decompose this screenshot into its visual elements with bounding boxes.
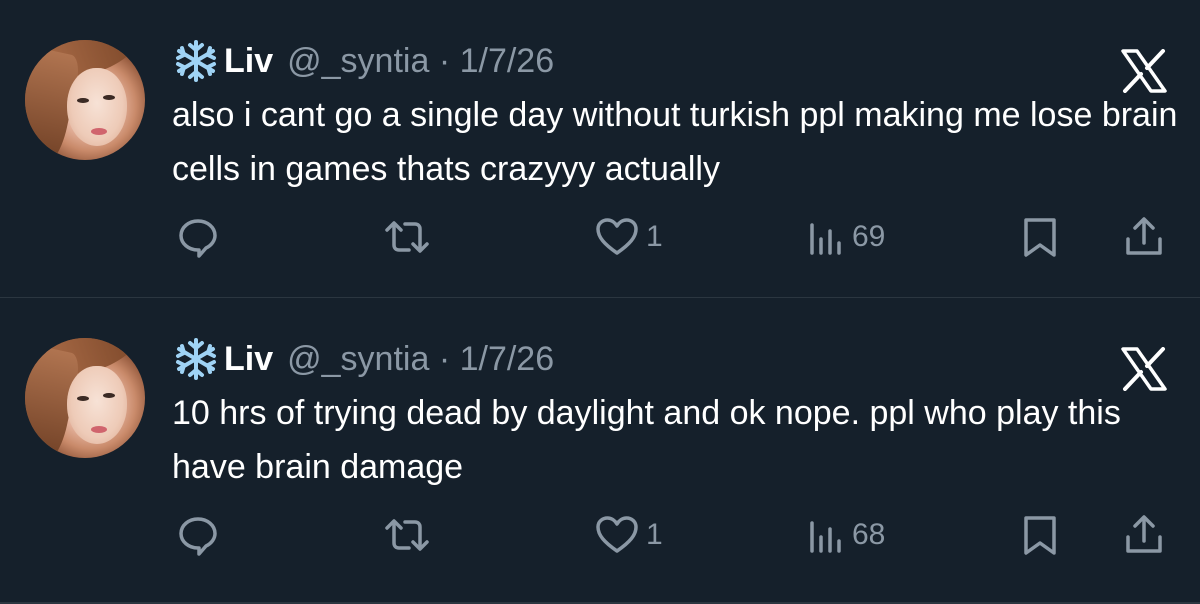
tweet-actions: 1 68	[0, 513, 1200, 557]
display-name[interactable]: Liv	[224, 42, 273, 81]
retweet-icon	[385, 519, 429, 551]
view-count: 68	[852, 518, 886, 551]
x-logo-icon	[1121, 347, 1167, 391]
tweet-card[interactable]: Liv @_syntia · 1/7/26 also i cant go a s…	[0, 0, 1200, 297]
bookmark-icon	[1024, 516, 1056, 555]
retweet-icon	[385, 221, 429, 253]
snowflake-icon	[176, 40, 216, 82]
views-icon	[810, 223, 841, 255]
bookmark-button[interactable]	[1020, 513, 1060, 557]
avatar-eye	[103, 95, 115, 100]
share-button[interactable]	[1122, 215, 1166, 259]
avatar-eye	[77, 98, 89, 103]
tweet-feed: Liv @_syntia · 1/7/26 also i cant go a s…	[0, 0, 1200, 604]
tweet-card[interactable]: Liv @_syntia · 1/7/26 10 hrs of trying d…	[0, 298, 1200, 595]
reply-button[interactable]	[176, 513, 220, 557]
x-logo-icon	[1121, 49, 1167, 93]
like-button[interactable]: 1	[594, 215, 663, 259]
views-icon	[810, 521, 841, 553]
snowflake-icon	[176, 338, 216, 380]
view-count: 69	[852, 220, 886, 253]
share-icon	[1126, 515, 1162, 553]
display-name[interactable]: Liv	[224, 340, 273, 379]
bookmark-icon	[1024, 218, 1056, 257]
like-count: 1	[646, 518, 663, 551]
retweet-button[interactable]	[383, 215, 431, 259]
reply-button[interactable]	[176, 215, 220, 259]
tweet-text: 10 hrs of trying dead by daylight and ok…	[172, 394, 1121, 486]
handle-and-date[interactable]: @_syntia · 1/7/26	[287, 42, 554, 81]
reply-icon	[179, 219, 217, 258]
views-button[interactable]: 69	[806, 215, 885, 259]
avatar-eye	[103, 393, 115, 398]
heart-icon	[596, 516, 638, 553]
tweet-actions: 1 69	[0, 215, 1200, 259]
share-icon	[1126, 217, 1162, 255]
bookmark-button[interactable]	[1020, 215, 1060, 259]
heart-icon	[596, 218, 638, 255]
tweet-text: also i cant go a single day without turk…	[172, 96, 1178, 188]
handle-and-date[interactable]: @_syntia · 1/7/26	[287, 340, 554, 379]
share-button[interactable]	[1122, 513, 1166, 557]
like-button[interactable]: 1	[594, 513, 663, 557]
avatar[interactable]	[25, 338, 145, 458]
avatar-eye	[77, 396, 89, 401]
avatar-lips	[91, 426, 107, 433]
views-button[interactable]: 68	[806, 513, 885, 557]
retweet-button[interactable]	[383, 513, 431, 557]
avatar-lips	[91, 128, 107, 135]
reply-icon	[179, 517, 217, 556]
tweet-header: Liv @_syntia · 1/7/26	[172, 337, 554, 381]
tweet-header: Liv @_syntia · 1/7/26	[172, 39, 554, 83]
avatar[interactable]	[25, 40, 145, 160]
like-count: 1	[646, 220, 663, 253]
